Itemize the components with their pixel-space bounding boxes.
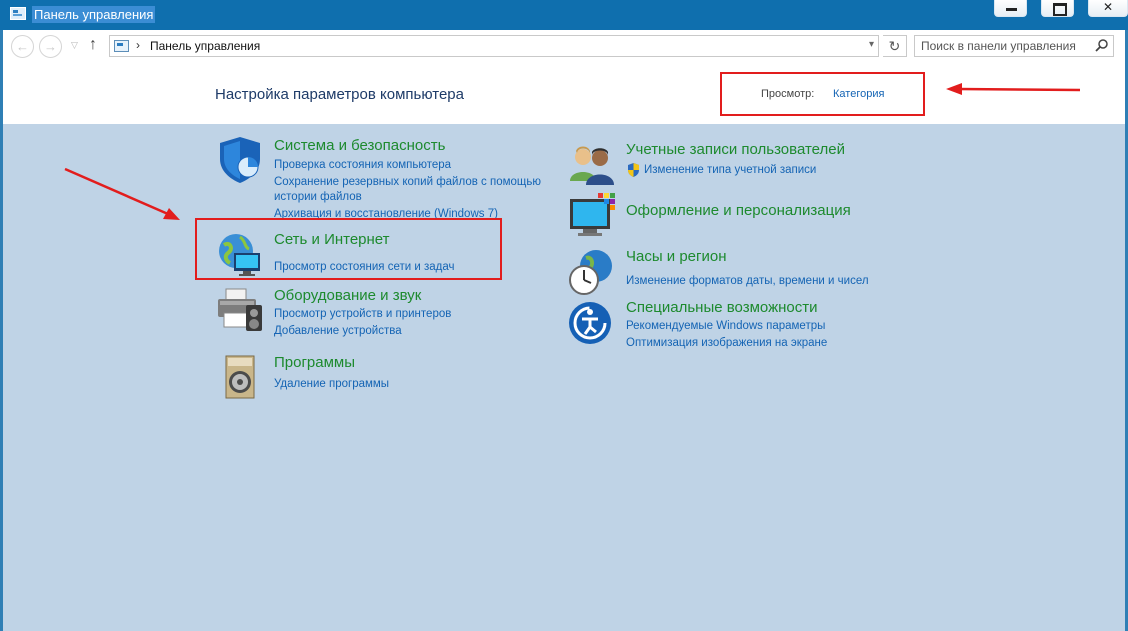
search-input[interactable] (915, 36, 1093, 56)
link-file-history-cont[interactable]: истории файлов (274, 189, 362, 205)
link-file-history[interactable]: Сохранение резервных копий файлов с помо… (274, 174, 541, 190)
link-devices-printers[interactable]: Просмотр устройств и принтеров (274, 306, 451, 322)
category-title[interactable]: Часы и регион (626, 248, 727, 265)
page-header: Настройка параметров компьютера Просмотр… (3, 62, 1125, 124)
category-title[interactable]: Оформление и персонализация (626, 202, 851, 219)
category-title[interactable]: Система и безопасность (274, 137, 445, 154)
page-title: Настройка параметров компьютера (215, 86, 464, 103)
control-panel-icon (114, 40, 129, 52)
link-optimize-display[interactable]: Оптимизация изображения на экране (626, 335, 827, 351)
search-box[interactable] (914, 35, 1114, 57)
address-field[interactable]: › Панель управления ▾ (109, 35, 879, 57)
monitor-palette-icon[interactable] (568, 193, 616, 241)
link-change-account-type[interactable]: Изменение типа учетной записи (644, 162, 816, 178)
programs-disc-icon[interactable] (216, 354, 264, 402)
close-button[interactable]: ✕ (1088, 0, 1128, 17)
users-icon[interactable] (568, 141, 616, 189)
recent-locations-dropdown[interactable]: ▽ (71, 40, 78, 51)
view-by-annotation-box: Просмотр: Категория (720, 72, 925, 116)
window-title: Панель управления (32, 6, 156, 23)
category-panel: Система и безопасность Проверка состояни… (3, 124, 1125, 631)
maximize-button[interactable] (1041, 0, 1074, 17)
minimize-button[interactable] (994, 0, 1027, 17)
breadcrumb-chevron-icon[interactable]: › (136, 38, 140, 52)
link-uninstall-program[interactable]: Удаление программы (274, 376, 389, 392)
navigation-bar: ← → ▽ ↑ › Панель управления ▾ ↻ (3, 30, 1125, 62)
view-by-dropdown[interactable]: Категория (833, 88, 884, 100)
category-title[interactable]: Специальные возможности (626, 299, 818, 316)
category-title[interactable]: Оборудование и звук (274, 287, 421, 304)
printer-icon[interactable] (216, 287, 264, 335)
up-button[interactable]: ↑ (89, 36, 97, 54)
search-icon[interactable] (1095, 38, 1109, 52)
link-recommended-settings[interactable]: Рекомендуемые Windows параметры (626, 318, 825, 334)
uac-shield-icon (628, 163, 639, 177)
link-add-device[interactable]: Добавление устройства (274, 323, 402, 339)
view-by-label: Просмотр: (761, 88, 815, 100)
control-panel-icon (10, 7, 26, 20)
close-icon: ✕ (1103, 0, 1114, 14)
network-annotation-box (195, 218, 502, 280)
back-button[interactable]: ← (11, 35, 34, 58)
chevron-down-icon[interactable]: ▾ (869, 39, 874, 50)
refresh-button[interactable]: ↻ (883, 35, 907, 57)
ease-of-access-icon[interactable] (568, 299, 616, 347)
link-change-formats[interactable]: Изменение форматов даты, времени и чисел (626, 273, 869, 289)
category-title[interactable]: Учетные записи пользователей (626, 141, 845, 158)
category-title[interactable]: Программы (274, 354, 355, 371)
title-bar: Панель управления ✕ (0, 0, 1128, 30)
shield-icon[interactable] (216, 137, 264, 185)
link-check-status[interactable]: Проверка состояния компьютера (274, 157, 451, 173)
forward-button[interactable]: → (39, 35, 62, 58)
breadcrumb[interactable]: Панель управления (150, 39, 260, 53)
clock-globe-icon[interactable] (568, 248, 616, 296)
